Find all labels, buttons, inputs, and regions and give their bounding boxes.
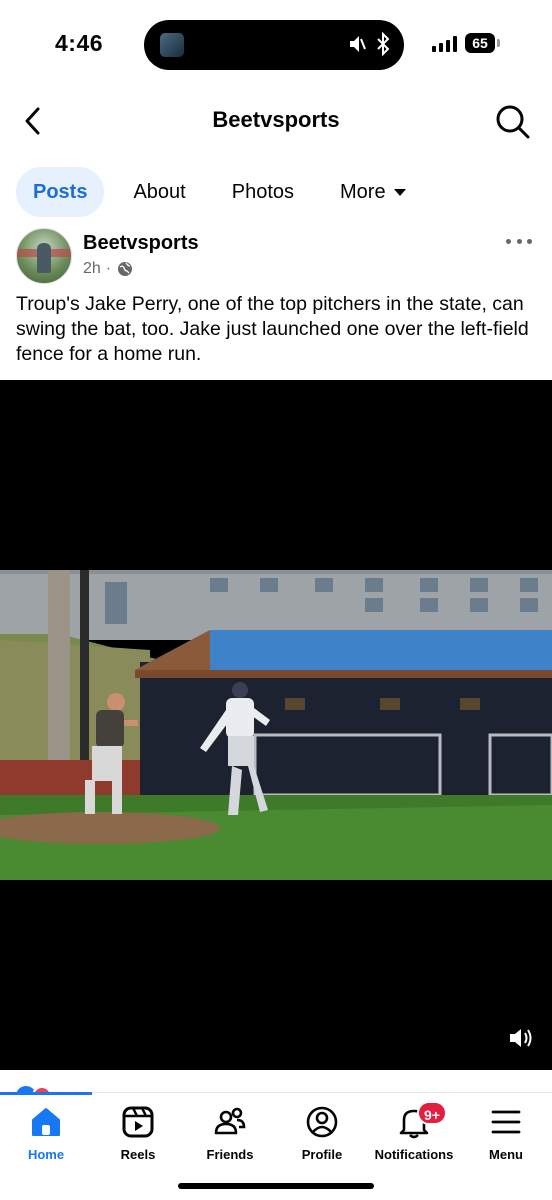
nav-reels[interactable]: Reels	[92, 1105, 184, 1167]
hamburger-menu-icon	[491, 1110, 521, 1134]
tab-photos[interactable]: Photos	[215, 167, 311, 217]
post-time[interactable]: 2h	[83, 260, 101, 278]
nav-home-label: Home	[27, 1147, 65, 1162]
nav-reels-label: Reels	[120, 1147, 156, 1162]
now-playing-thumbnail	[160, 33, 184, 57]
tab-posts[interactable]: Posts	[16, 167, 105, 217]
page-header: Beetvsports	[0, 95, 552, 150]
status-time: 4:46	[55, 30, 104, 56]
page-title: Beetvsports	[212, 107, 340, 132]
post-header: Beetvsports 2h ·	[16, 228, 536, 286]
reactions-summary[interactable]	[0, 1072, 552, 1094]
status-bar: 4:46 65	[0, 0, 552, 90]
caret-down-icon	[393, 188, 406, 196]
nav-menu[interactable]: Menu	[460, 1105, 552, 1167]
tab-about[interactable]: About	[116, 167, 202, 217]
battery-icon: 65	[465, 33, 500, 53]
home-icon	[32, 1108, 60, 1136]
post-meta: 2h ·	[83, 260, 133, 278]
avatar[interactable]	[16, 228, 72, 284]
speaker-icon[interactable]	[508, 1026, 534, 1050]
nav-friends-label: Friends	[206, 1147, 254, 1162]
friends-icon	[214, 1107, 246, 1135]
video-player[interactable]	[0, 380, 552, 1070]
profile-tabs: Posts About Photos More	[16, 167, 435, 217]
video-frame	[0, 570, 552, 880]
nav-friends[interactable]: Friends	[184, 1105, 276, 1167]
dynamic-island[interactable]	[144, 20, 404, 70]
nav-home[interactable]: Home	[0, 1092, 92, 1167]
tab-more[interactable]: More	[323, 167, 423, 217]
tab-more-label: More	[340, 181, 386, 203]
more-options-icon[interactable]	[506, 236, 532, 246]
reels-icon	[122, 1106, 154, 1138]
globe-icon	[118, 262, 133, 276]
profile-icon	[306, 1106, 338, 1138]
post-text: Troup's Jake Perry, one of the top pitch…	[16, 293, 529, 365]
mute-icon	[350, 36, 367, 52]
home-indicator[interactable]	[178, 1183, 374, 1189]
island-icons	[348, 31, 390, 57]
nav-profile-label: Profile	[301, 1147, 343, 1162]
nav-notifications[interactable]: 9+ Notifications	[368, 1101, 460, 1167]
nav-profile[interactable]: Profile	[276, 1105, 368, 1167]
meta-separator: ·	[105, 260, 112, 277]
notifications-badge: 9+	[417, 1101, 447, 1125]
nav-menu-label: Menu	[489, 1147, 523, 1162]
signal-icon	[432, 36, 458, 52]
nav-notifications-label: Notifications	[374, 1147, 454, 1162]
bluetooth-icon	[377, 31, 390, 57]
search-icon[interactable]	[492, 101, 532, 141]
post-author[interactable]: Beetvsports	[83, 232, 199, 255]
